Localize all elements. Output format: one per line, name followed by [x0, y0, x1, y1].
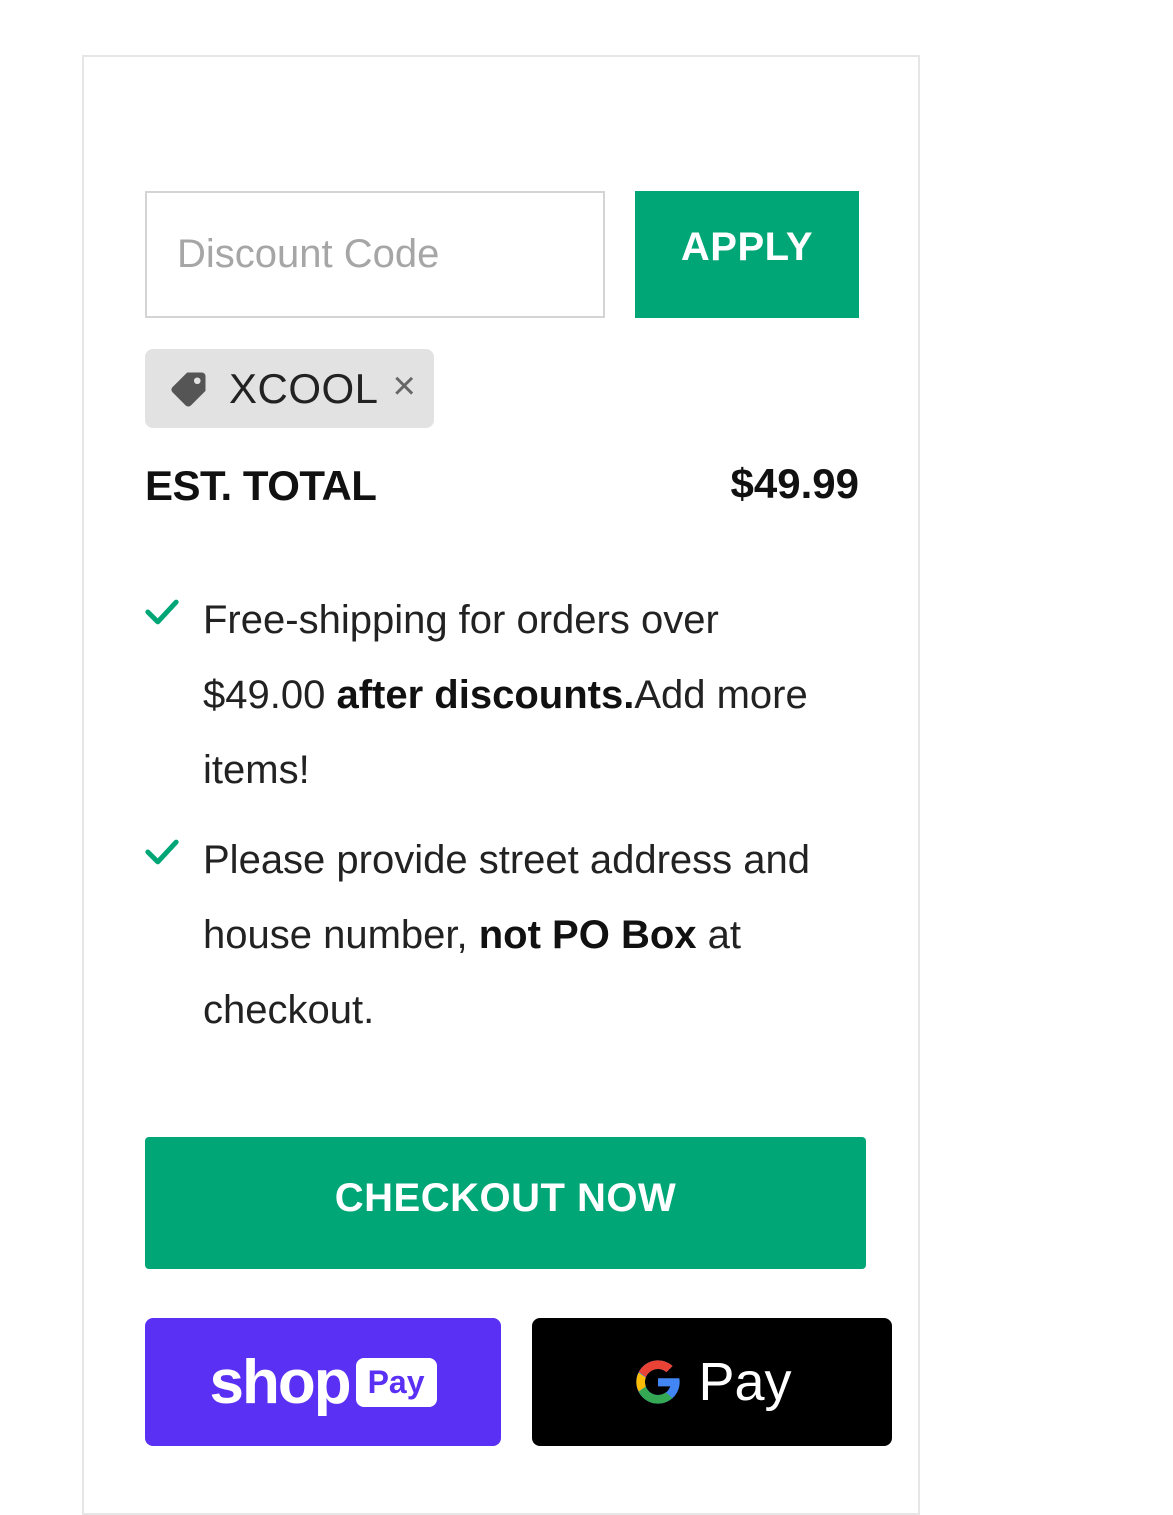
applied-discount-code: XCOOL: [229, 364, 379, 412]
shop-pay-badge: Pay: [355, 1357, 437, 1407]
applied-discount-chip: XCOOL ×: [145, 349, 434, 428]
address-notice: Please provide street address and house …: [145, 823, 845, 1048]
free-shipping-notice: Free-shipping for orders over $49.00 aft…: [145, 583, 845, 808]
checkout-now-button[interactable]: CHECKOUT NOW: [145, 1137, 866, 1269]
est-total-label: EST. TOTAL: [145, 462, 377, 509]
address-notice-text: Please provide street address and house …: [203, 838, 811, 1032]
tag-icon: [171, 372, 206, 407]
free-shipping-text: Free-shipping for orders over $49.00 aft…: [203, 598, 808, 792]
google-pay-word: Pay: [698, 1352, 792, 1412]
discount-code-input[interactable]: [145, 191, 605, 318]
apply-discount-button[interactable]: APPLY: [635, 191, 859, 318]
check-icon: [145, 839, 179, 865]
check-icon: [145, 599, 179, 625]
est-total-value: $49.99: [730, 460, 859, 507]
google-g-icon: [636, 1360, 681, 1404]
remove-discount-icon[interactable]: ×: [393, 366, 416, 406]
shop-pay-button[interactable]: shop Pay: [145, 1318, 501, 1446]
shop-pay-logo-word: shop: [209, 1347, 351, 1417]
google-pay-button[interactable]: Pay: [532, 1318, 892, 1446]
